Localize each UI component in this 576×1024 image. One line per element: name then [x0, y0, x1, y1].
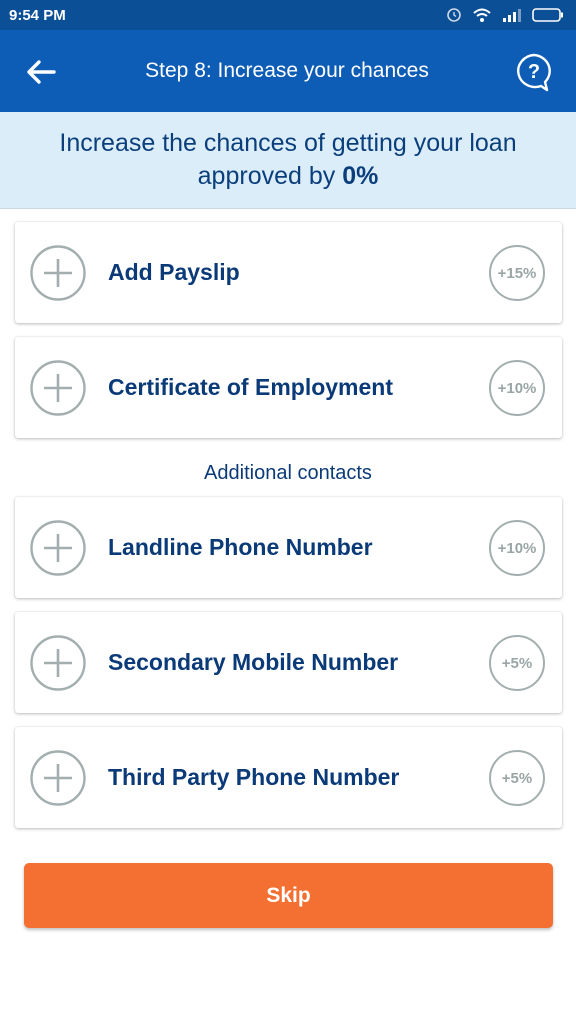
certificate-of-employment-card[interactable]: Certificate of Employment +10% [15, 337, 562, 438]
banner-prefix: approved by [197, 162, 343, 190]
svg-text:?: ? [528, 61, 540, 83]
banner-line2: approved by 0% [198, 160, 379, 193]
additional-contacts-heading: Additional contacts [204, 462, 372, 484]
plus-circle-icon [30, 245, 86, 301]
bonus-badge: +5% [489, 750, 545, 806]
card-label: Third Party Phone Number [108, 764, 400, 790]
wifi-icon [472, 7, 492, 23]
bonus-badge: +10% [489, 520, 545, 576]
plus-circle-icon [30, 360, 86, 416]
secondary-mobile-card[interactable]: Secondary Mobile Number +5% [15, 612, 562, 713]
third-party-phone-card[interactable]: Third Party Phone Number +5% [15, 727, 562, 828]
card-label: Add Payslip [108, 259, 240, 285]
status-icons [446, 7, 564, 23]
card-label: Secondary Mobile Number [108, 649, 399, 675]
skip-button[interactable]: Skip [24, 863, 553, 928]
status-bar: 9:54 PM [0, 0, 576, 30]
plus-circle-icon [30, 635, 86, 691]
add-payslip-card[interactable]: Add Payslip +15% [15, 222, 562, 323]
help-bubble-icon[interactable]: ? [514, 52, 554, 92]
chance-banner: Increase the chances of getting your loa… [0, 112, 576, 209]
chance-percent: 0% [342, 162, 379, 190]
plus-circle-icon [30, 520, 86, 576]
status-time: 9:54 PM [9, 6, 66, 24]
card-label: Certificate of Employment [108, 374, 393, 400]
bonus-badge: +15% [489, 245, 545, 301]
banner-line1: Increase the chances of getting your loa… [59, 129, 517, 157]
landline-phone-card[interactable]: Landline Phone Number +10% [15, 497, 562, 598]
plus-circle-icon [30, 750, 86, 806]
bonus-badge: +5% [489, 635, 545, 691]
battery-icon [532, 8, 564, 22]
alarm-icon [446, 7, 462, 23]
app-bar: Step 8: Increase your chances ? [0, 30, 576, 112]
bonus-badge: +10% [489, 360, 545, 416]
signal-icon [502, 8, 522, 22]
card-label: Landline Phone Number [108, 534, 373, 560]
page-title: Step 8: Increase your chances [145, 59, 429, 82]
